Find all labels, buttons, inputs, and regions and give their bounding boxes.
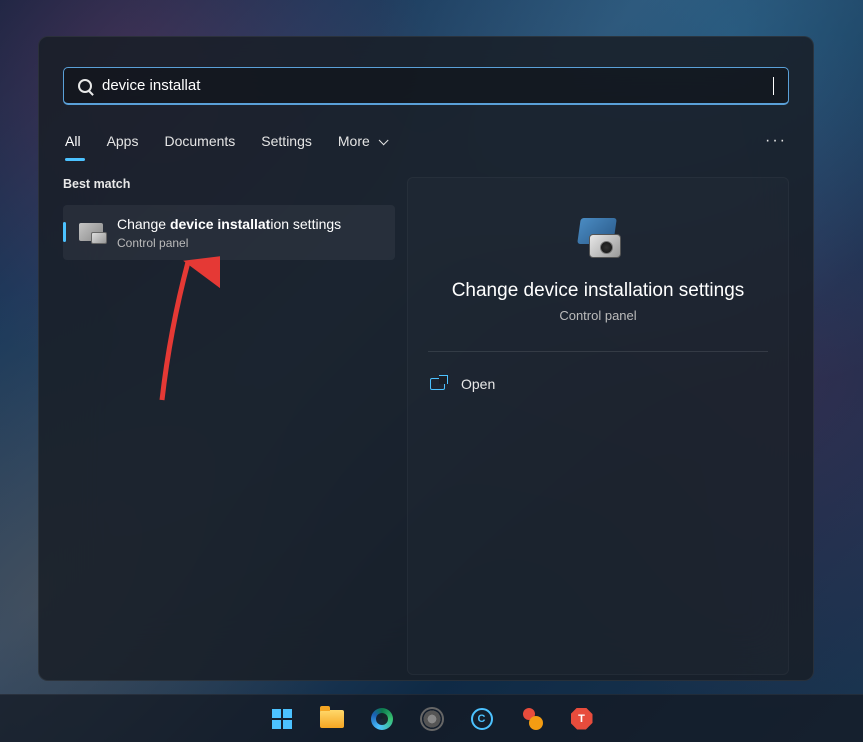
- stop-sign-icon: T: [571, 708, 593, 730]
- taskbar: C T: [0, 694, 863, 742]
- tab-documents[interactable]: Documents: [164, 127, 235, 155]
- device-install-icon: [75, 216, 107, 248]
- section-best-match: Best match: [63, 177, 395, 191]
- search-icon: [78, 79, 92, 93]
- folder-icon: [320, 710, 344, 728]
- app-button-2[interactable]: T: [562, 699, 602, 739]
- preview-title: Change device installation settings: [452, 280, 745, 302]
- gear-icon: [422, 709, 442, 729]
- results-list: Best match Change device installation se…: [63, 177, 395, 675]
- more-options-button[interactable]: ···: [765, 132, 787, 150]
- search-box[interactable]: [63, 67, 789, 105]
- action-open-label: Open: [461, 376, 495, 392]
- device-install-hero-icon: [573, 218, 623, 258]
- chevron-down-icon: [378, 135, 388, 145]
- tab-more-label: More: [338, 133, 370, 149]
- result-change-device-installation-settings[interactable]: Change device installation settings Cont…: [63, 205, 395, 260]
- preview-subtitle: Control panel: [559, 308, 636, 323]
- file-explorer-button[interactable]: [312, 699, 352, 739]
- action-open[interactable]: Open: [428, 370, 768, 398]
- cortana-icon: C: [471, 708, 493, 730]
- cortana-button[interactable]: C: [462, 699, 502, 739]
- result-title-post: ion settings: [270, 216, 341, 232]
- start-search-panel: All Apps Documents Settings More ··· Bes…: [38, 36, 814, 681]
- divider: [428, 351, 768, 352]
- tab-more[interactable]: More: [338, 127, 385, 155]
- open-icon: [430, 378, 445, 390]
- colored-circles-icon: [521, 708, 543, 730]
- tab-settings[interactable]: Settings: [261, 127, 312, 155]
- result-subtitle: Control panel: [117, 236, 383, 250]
- edge-icon: [371, 708, 393, 730]
- filter-tabs: All Apps Documents Settings More ···: [63, 127, 789, 155]
- app-button-1[interactable]: [512, 699, 552, 739]
- tab-all[interactable]: All: [65, 127, 81, 155]
- result-text: Change device installation settings Cont…: [117, 215, 383, 250]
- tab-apps[interactable]: Apps: [107, 127, 139, 155]
- result-title: Change device installation settings: [117, 215, 383, 235]
- preview-pane: Change device installation settings Cont…: [407, 177, 789, 675]
- settings-button[interactable]: [412, 699, 452, 739]
- windows-logo-icon: [272, 709, 292, 729]
- start-button[interactable]: [262, 699, 302, 739]
- edge-button[interactable]: [362, 699, 402, 739]
- text-cursor: [773, 77, 774, 95]
- result-title-match: device installat: [170, 216, 270, 232]
- result-title-pre: Change: [117, 216, 170, 232]
- search-input[interactable]: [102, 77, 775, 94]
- results-area: Best match Change device installation se…: [63, 177, 789, 675]
